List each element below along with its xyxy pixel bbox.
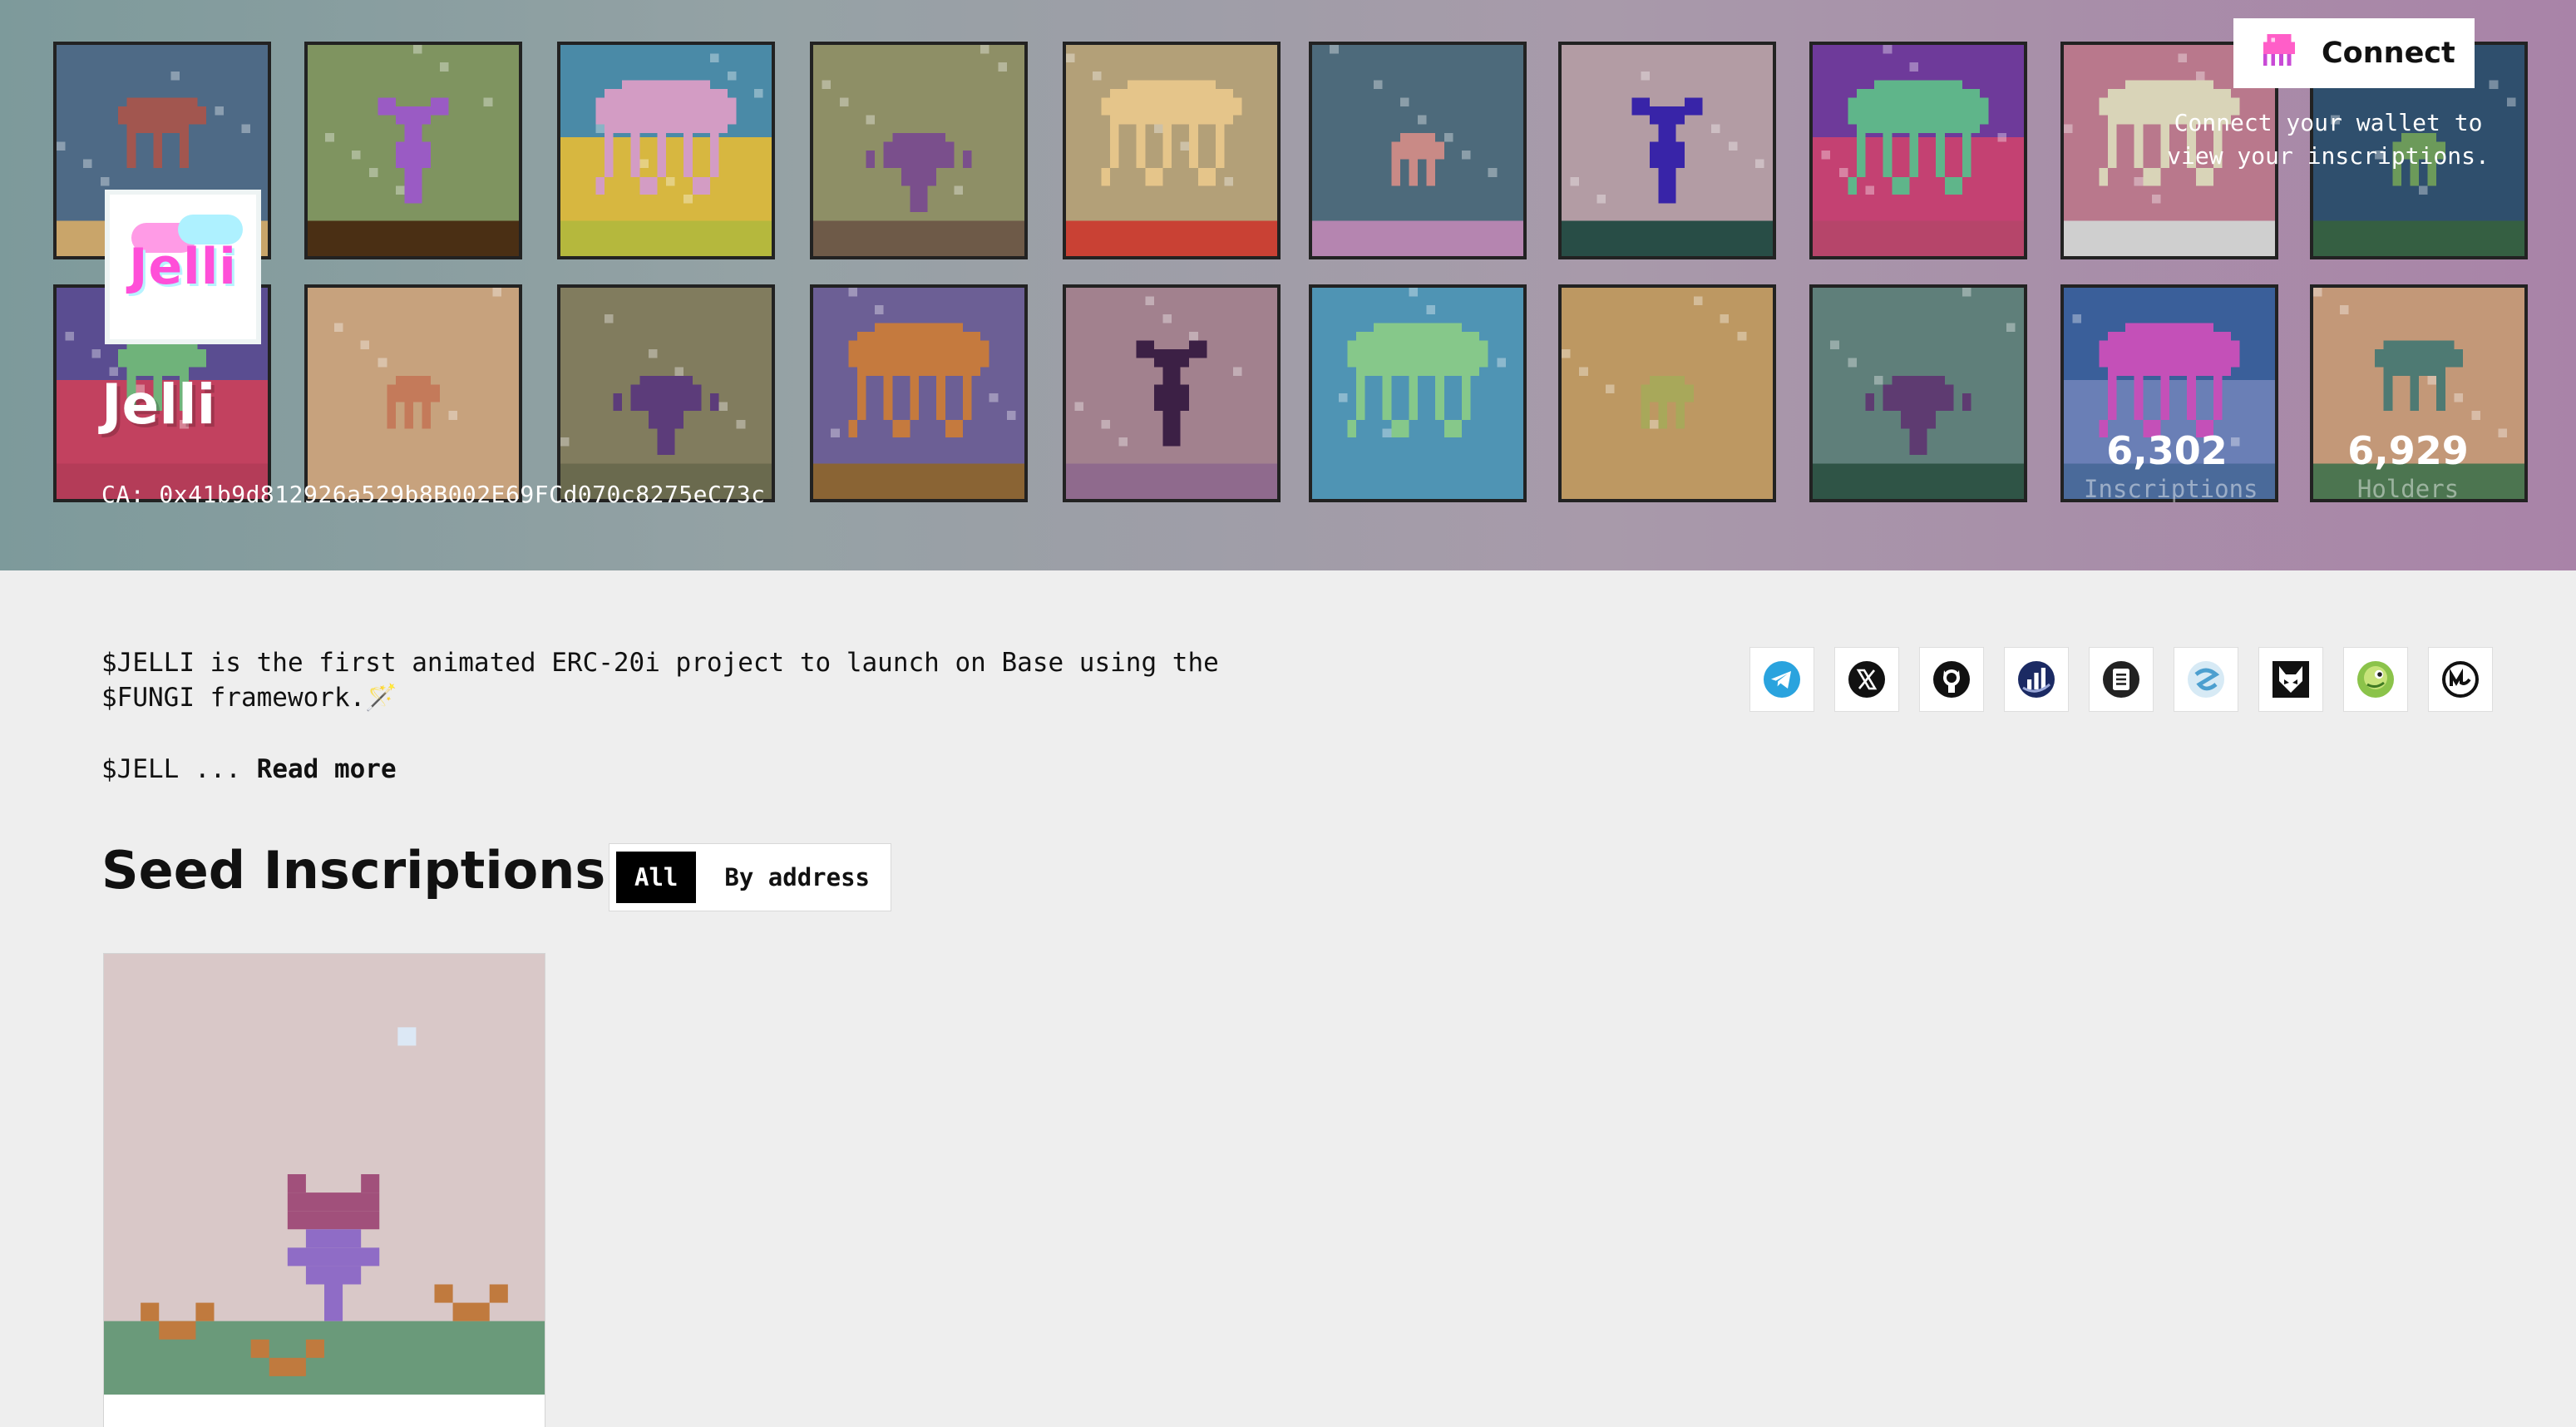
- read-more-link[interactable]: Read more: [257, 754, 397, 784]
- inscription-art: [1813, 45, 2024, 256]
- fox-link[interactable]: [2258, 647, 2323, 712]
- stat-inscriptions-label: Inscriptions: [2084, 475, 2258, 503]
- inscription-tile[interactable]: [304, 42, 522, 259]
- inscription-tile[interactable]: [557, 284, 775, 502]
- connect-wallet-button[interactable]: Connect: [2233, 18, 2475, 88]
- dextools-icon: [2188, 661, 2224, 698]
- project-banner: Jelli Jelli CA: 0x41b9d812926a529b8B002E…: [0, 0, 2576, 570]
- dextools-link[interactable]: [2174, 647, 2238, 712]
- inscription-art: [1562, 288, 1773, 499]
- logo-wordmark: Jelli: [129, 238, 237, 296]
- filter-all-tab[interactable]: All: [616, 852, 697, 903]
- inscription-tile[interactable]: [810, 284, 1028, 502]
- coinmarketcap-icon: [2442, 661, 2479, 698]
- connect-hint: Connect your wallet to view your inscrip…: [2167, 109, 2490, 170]
- inscription-tile[interactable]: [1063, 284, 1281, 502]
- filter-by-address-tab[interactable]: By address: [724, 863, 870, 891]
- document-icon: [2103, 661, 2139, 698]
- inscription-filter: All By address: [609, 843, 891, 911]
- inscription-tile[interactable]: [1309, 284, 1527, 502]
- inscription-tile[interactable]: [1809, 284, 2027, 502]
- stat-holders: 6,929 Holders: [2325, 427, 2491, 504]
- gecko-link[interactable]: [2343, 647, 2408, 712]
- project-description: $JELLI is the first animated ERC-20i pro…: [101, 648, 1219, 713]
- inscription-tile[interactable]: [1558, 284, 1776, 502]
- stat-inscriptions: 6,302 Inscriptions: [2084, 427, 2258, 504]
- inscription-art: [1312, 288, 1523, 499]
- inscription-card[interactable]: [103, 953, 545, 1427]
- inscription-art: [308, 288, 519, 499]
- fox-icon: [2273, 661, 2309, 698]
- github-icon: [1933, 661, 1970, 698]
- connect-label: Connect: [2322, 37, 2455, 70]
- jelly-icon: [2258, 30, 2300, 77]
- x-link[interactable]: [1834, 647, 1899, 712]
- inscription-tile[interactable]: [1558, 42, 1776, 259]
- inscription-tile[interactable]: [1309, 42, 1527, 259]
- inscription-art: [1066, 288, 1277, 499]
- project-name: Jelli: [101, 373, 216, 437]
- inscription-art: [1066, 45, 1277, 256]
- stat-holders-label: Holders: [2356, 475, 2460, 503]
- x-icon: [1848, 661, 1885, 698]
- inscription-tile[interactable]: [1809, 42, 2027, 259]
- telegram-icon: [1764, 661, 1800, 698]
- inscription-tile[interactable]: [304, 284, 522, 502]
- stat-inscriptions-value: 6,302: [2106, 428, 2228, 473]
- project-logo: Jelli: [105, 190, 261, 344]
- telegram-link[interactable]: [1749, 647, 1814, 712]
- stat-holders-value: 6,929: [2347, 428, 2469, 473]
- inscription-art: [1813, 288, 2024, 499]
- inscription-tile[interactable]: [1063, 42, 1281, 259]
- inscription-art: [560, 288, 772, 499]
- inscription-art: [813, 45, 1024, 256]
- document-link[interactable]: [2089, 647, 2154, 712]
- gecko-icon: [2357, 661, 2394, 698]
- inscription-tile[interactable]: [810, 42, 1028, 259]
- chart-link[interactable]: [2004, 647, 2069, 712]
- chart-icon: [2018, 661, 2055, 698]
- inscription-art: [308, 45, 519, 256]
- contract-address[interactable]: CA: 0x41b9d812926a529b8B002E69FCd070c827…: [101, 481, 765, 508]
- description-excerpt: $JELL ... Read more: [101, 752, 397, 787]
- inscription-art: [813, 288, 1024, 499]
- inscription-image: [104, 954, 545, 1395]
- inscription-art: [1312, 45, 1523, 256]
- section-title: Seed Inscriptions: [101, 840, 606, 901]
- inscription-tile[interactable]: [557, 42, 775, 259]
- inscription-art: [560, 45, 772, 256]
- social-links: [1749, 647, 2493, 712]
- coinmarketcap-link[interactable]: [2428, 647, 2493, 712]
- description-short: $JELL ...: [101, 754, 241, 784]
- inscription-art: [1562, 45, 1773, 256]
- github-link[interactable]: [1919, 647, 1984, 712]
